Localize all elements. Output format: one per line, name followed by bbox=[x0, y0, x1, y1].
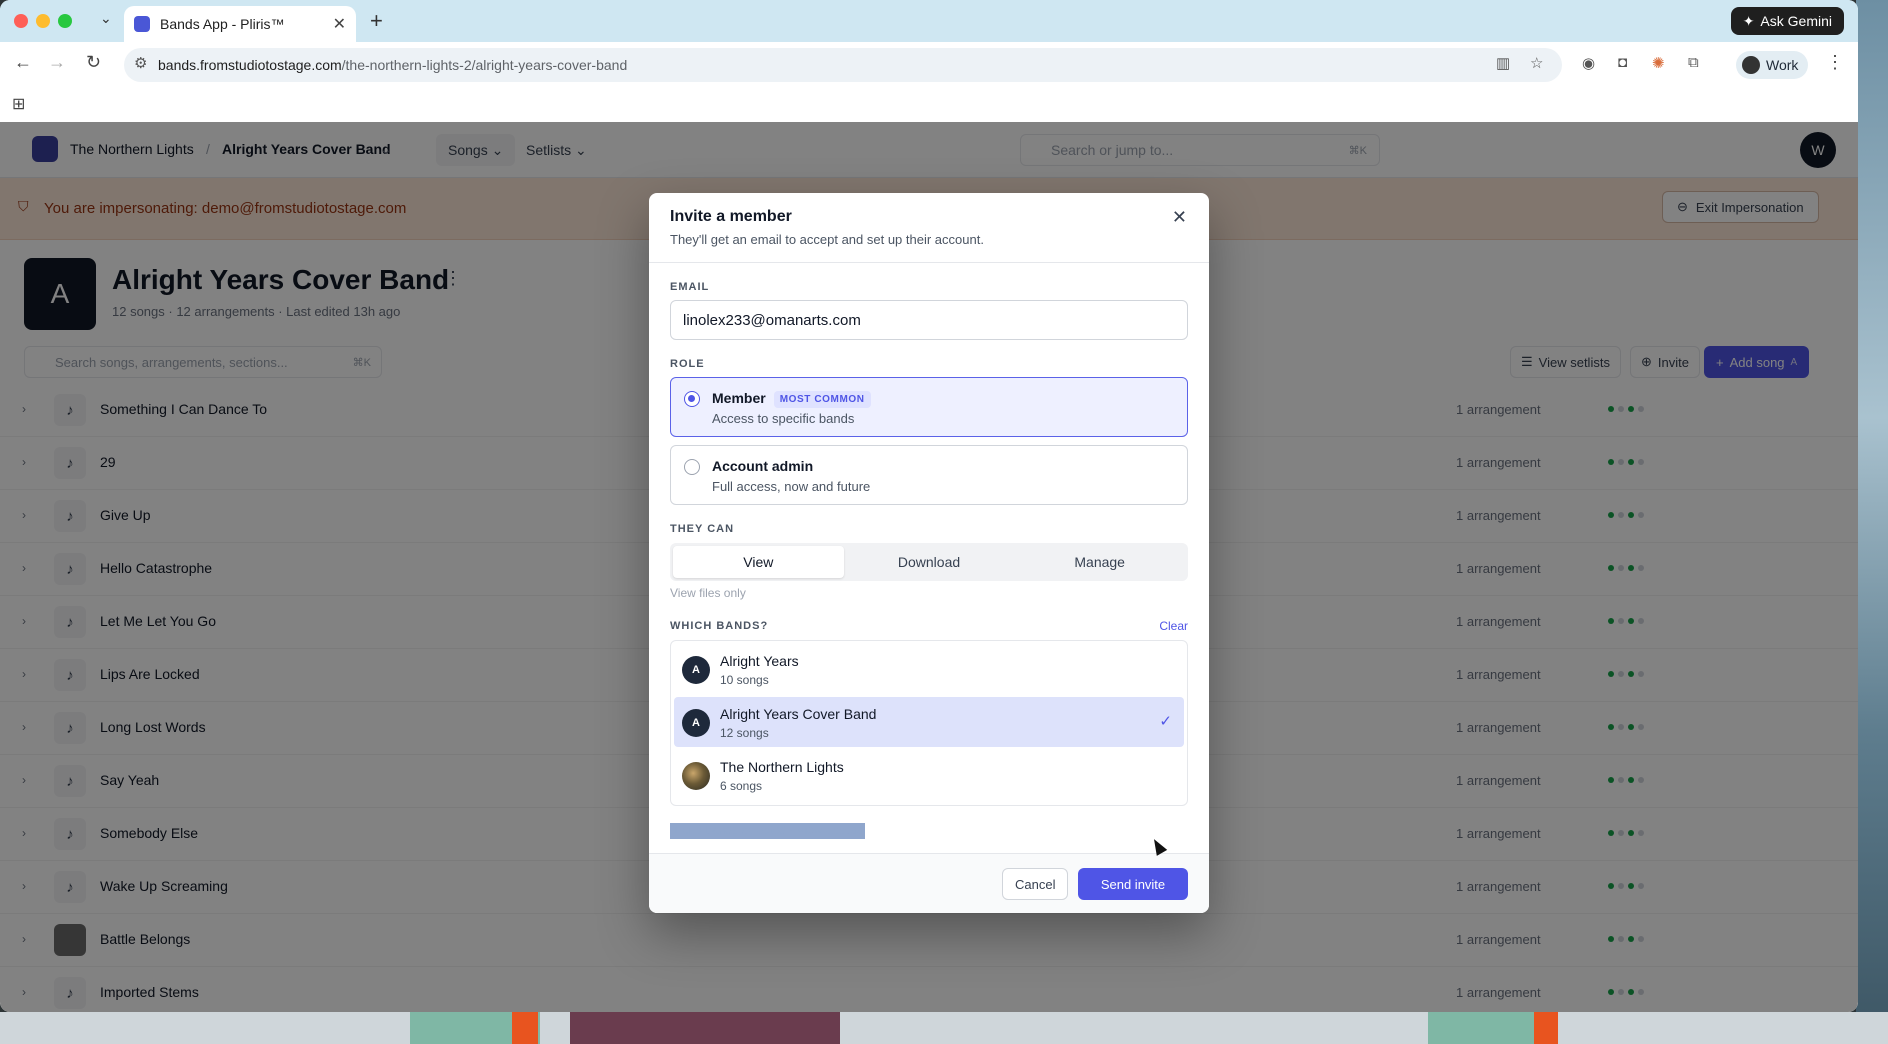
permission-segmented-control: View Download Manage bbox=[670, 543, 1188, 581]
band-option-count: 6 songs bbox=[720, 779, 763, 793]
permission-view-tab[interactable]: View bbox=[673, 546, 844, 578]
band-option-count: 12 songs bbox=[720, 726, 769, 740]
band-option-name: The Northern Lights bbox=[720, 759, 844, 775]
browser-toolbar: ← → ↻ bands.fromstudiotostage.com/the-no… bbox=[0, 42, 1858, 86]
new-tab-button[interactable]: + bbox=[370, 8, 383, 34]
dialog-footer: Cancel Send invite bbox=[649, 853, 1209, 913]
site-settings-icon[interactable]: ⚙ bbox=[134, 54, 147, 72]
close-tab-icon[interactable]: ✕ bbox=[333, 14, 346, 34]
url-path: /the-northern-lights-2/alright-years-cov… bbox=[341, 57, 628, 73]
which-bands-label: WHICH BANDS? bbox=[670, 620, 769, 632]
apps-grid-icon[interactable]: ⊞ bbox=[12, 94, 25, 114]
back-arrow-icon[interactable]: ← bbox=[14, 52, 32, 73]
invite-member-dialog: Invite a member They'll get an email to … bbox=[649, 193, 1209, 913]
bookmark-star-icon[interactable]: ☆ bbox=[1530, 54, 1543, 72]
reading-mode-icon[interactable]: ▥ bbox=[1496, 54, 1510, 72]
browser-tab[interactable]: Bands App - Pliris™ ✕ bbox=[124, 6, 356, 42]
role-label: ROLE bbox=[670, 358, 705, 370]
tab-title: Bands App - Pliris™ bbox=[160, 16, 285, 32]
role-admin-radio[interactable] bbox=[684, 459, 700, 475]
browser-window: ⌄ Bands App - Pliris™ ✕ + ✦ Ask Gemini ←… bbox=[0, 0, 1858, 1012]
dialog-header: Invite a member They'll get an email to … bbox=[649, 193, 1209, 263]
role-member-radio[interactable] bbox=[684, 391, 700, 407]
role-member-title: Member MOST COMMON bbox=[712, 390, 871, 408]
close-window-button[interactable] bbox=[14, 14, 28, 28]
dialog-subtitle: They'll get an email to accept and set u… bbox=[670, 232, 984, 247]
ask-gemini-button[interactable]: ✦ Ask Gemini bbox=[1730, 7, 1844, 35]
dialog-title: Invite a member bbox=[670, 208, 792, 225]
permission-download-tab[interactable]: Download bbox=[844, 546, 1015, 578]
checkmark-icon: ✓ bbox=[1159, 713, 1172, 730]
url-host: bands.fromstudiotostage.com bbox=[158, 57, 342, 73]
email-label: EMAIL bbox=[670, 281, 710, 293]
they-can-label: THEY CAN bbox=[670, 523, 735, 535]
desktop-dock-area bbox=[0, 1012, 1888, 1044]
claude-extension-icon[interactable]: ✺ bbox=[1652, 54, 1665, 72]
band-option-count: 10 songs bbox=[720, 673, 769, 687]
extensions-puzzle-icon[interactable]: ⧉ bbox=[1688, 54, 1699, 71]
role-member-title-text: Member bbox=[712, 390, 766, 406]
desktop-background bbox=[1856, 0, 1888, 1044]
role-member-desc: Access to specific bands bbox=[712, 411, 855, 426]
send-invite-button[interactable]: Send invite bbox=[1078, 868, 1188, 900]
tab-search-chevron-icon[interactable]: ⌄ bbox=[100, 10, 112, 27]
role-option-member[interactable]: Member MOST COMMON Access to specific ban… bbox=[670, 377, 1188, 437]
band-option-name: Alright Years bbox=[720, 653, 799, 669]
minimize-window-button[interactable] bbox=[36, 14, 50, 28]
address-bar[interactable]: bands.fromstudiotostage.com/the-northern… bbox=[124, 48, 1562, 82]
permission-manage-tab[interactable]: Manage bbox=[1014, 546, 1185, 578]
cancel-button[interactable]: Cancel bbox=[1002, 868, 1069, 900]
band-avatar-photo bbox=[682, 762, 710, 790]
selection-summary: 1 of 3 bands selected · View access bbox=[670, 823, 866, 839]
reload-icon[interactable]: ↻ bbox=[86, 52, 101, 73]
extension-a-icon[interactable]: ◉ bbox=[1582, 54, 1595, 72]
maximize-window-button[interactable] bbox=[58, 14, 72, 28]
email-field[interactable]: linolex233@omanarts.com bbox=[670, 300, 1188, 340]
ask-gemini-label: Ask Gemini bbox=[1760, 13, 1832, 29]
band-avatar-initial: A bbox=[682, 656, 710, 684]
bookmarks-bar: ⊞ bbox=[0, 86, 1858, 122]
clear-bands-link[interactable]: Clear bbox=[1159, 619, 1188, 633]
browser-menu-icon[interactable]: ⋮ bbox=[1826, 52, 1844, 73]
permission-hint: View files only bbox=[670, 586, 746, 600]
role-admin-title: Account admin bbox=[712, 458, 814, 474]
camera-extension-icon[interactable]: ◘ bbox=[1618, 54, 1627, 71]
band-option-alright-years[interactable]: A Alright Years 10 songs bbox=[674, 644, 1184, 694]
profile-avatar bbox=[1742, 56, 1760, 74]
band-avatar-initial: A bbox=[682, 709, 710, 737]
band-option-the-northern-lights[interactable]: The Northern Lights 6 songs bbox=[674, 750, 1184, 800]
forward-arrow-icon[interactable]: → bbox=[48, 52, 66, 73]
role-option-account-admin[interactable]: Account admin Full access, now and futur… bbox=[670, 445, 1188, 505]
band-option-name: Alright Years Cover Band bbox=[720, 706, 877, 722]
band-option-alright-years-cover-band[interactable]: A Alright Years Cover Band 12 songs ✓ bbox=[674, 697, 1184, 747]
tab-bar: ⌄ Bands App - Pliris™ ✕ + ✦ Ask Gemini bbox=[0, 0, 1858, 42]
profile-chip[interactable]: Work bbox=[1736, 51, 1809, 79]
tab-favicon-icon bbox=[134, 16, 150, 32]
close-icon[interactable]: ✕ bbox=[1172, 207, 1187, 228]
band-picker-list: A Alright Years 10 songs A Alright Years… bbox=[670, 640, 1188, 806]
role-admin-desc: Full access, now and future bbox=[712, 479, 871, 494]
gemini-sparkle-icon: ✦ bbox=[1742, 12, 1755, 29]
most-common-badge: MOST COMMON bbox=[773, 391, 871, 408]
profile-label: Work bbox=[1766, 57, 1799, 73]
